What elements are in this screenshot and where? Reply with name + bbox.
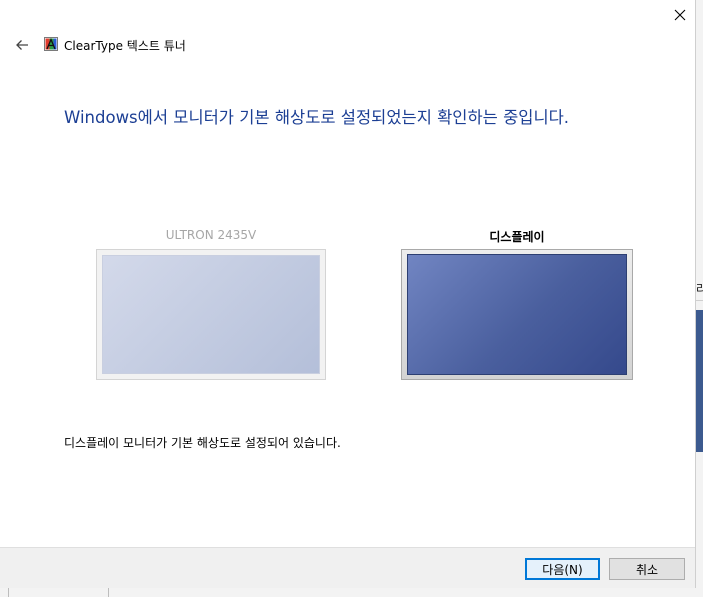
background-tick — [8, 588, 9, 597]
background-window-fragment — [696, 310, 703, 452]
page-headline: Windows에서 모니터가 기본 해상도로 설정되었는지 확인하는 중입니다. — [64, 108, 570, 127]
cleartype-dialog: ClearType 텍스트 튜너 Windows에서 모니터가 기본 해상도로 … — [0, 0, 696, 588]
next-button[interactable]: 다음(N) — [525, 558, 600, 580]
monitor-screen-selected — [407, 254, 627, 375]
background-partial-text: 라 — [696, 282, 703, 296]
close-button[interactable] — [666, 3, 694, 27]
background-bottom-strip — [0, 588, 703, 597]
background-desktop: 라 — [696, 0, 703, 597]
close-icon — [674, 9, 686, 21]
monitor-option-ultron[interactable] — [96, 249, 326, 380]
dialog-footer: 다음(N) 취소 — [0, 547, 695, 588]
cancel-button[interactable]: 취소 — [609, 558, 685, 580]
monitor-label-ultron: ULTRON 2435V — [165, 228, 257, 242]
background-tick — [108, 588, 109, 597]
window-title: ClearType 텍스트 튜너 — [64, 39, 186, 53]
back-arrow-icon — [16, 40, 28, 50]
monitor-option-display[interactable] — [401, 249, 633, 380]
background-divider — [696, 300, 703, 301]
cleartype-app-icon — [44, 37, 58, 51]
resolution-status-text: 디스플레이 모니터가 기본 해상도로 설정되어 있습니다. — [64, 436, 341, 450]
monitor-label-display: 디스플레이 — [489, 230, 545, 244]
back-button[interactable] — [12, 36, 32, 54]
monitor-screen — [102, 255, 320, 374]
